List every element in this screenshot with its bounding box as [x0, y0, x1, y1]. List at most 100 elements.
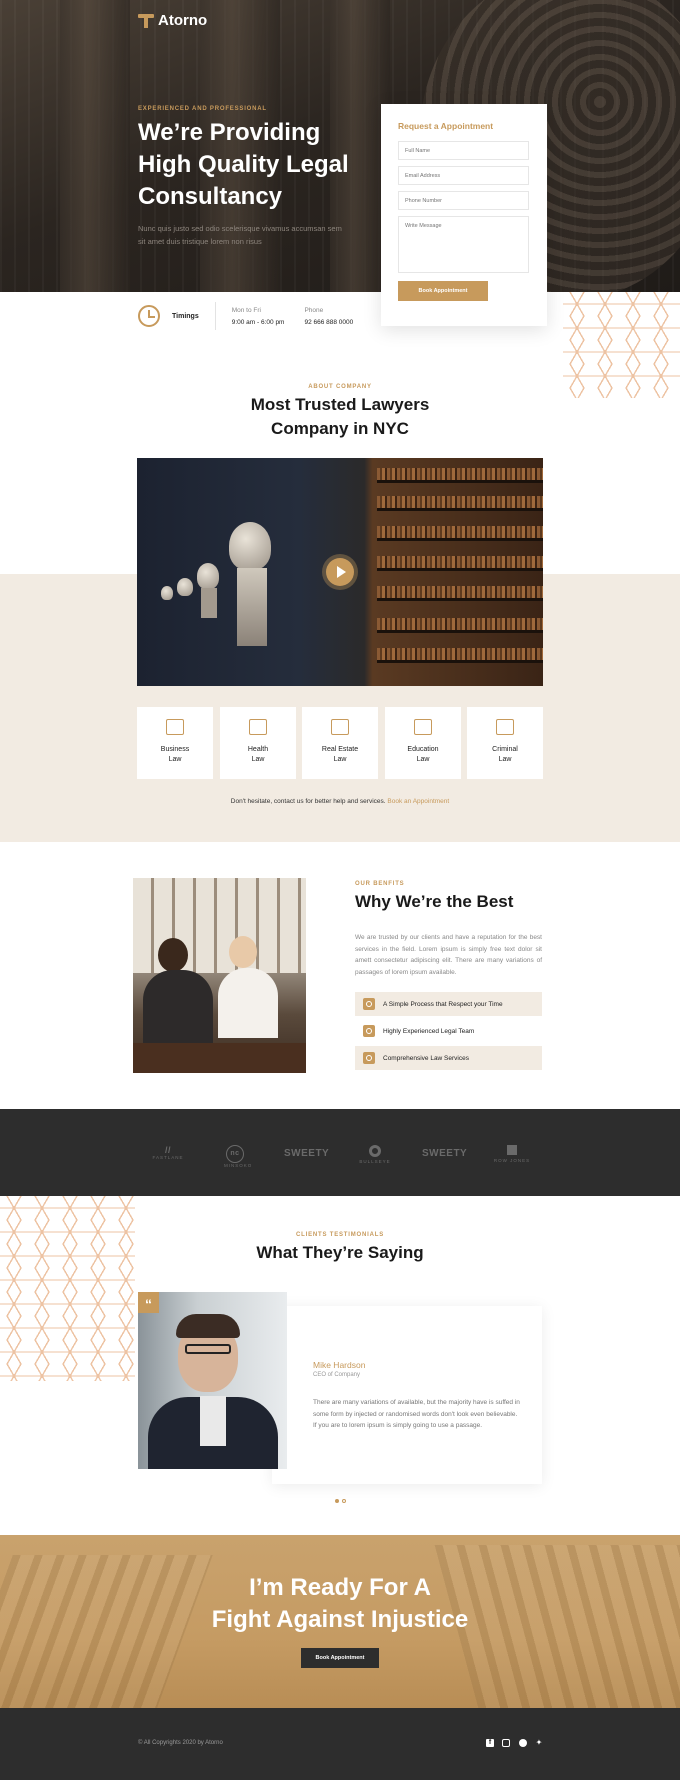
days-label: Mon to Fri — [231, 306, 261, 314]
full-name-input[interactable] — [398, 141, 529, 160]
testimonials-eyebrow: CLIENTS TESTIMONIALS — [296, 1232, 384, 1238]
check-icon — [363, 1025, 375, 1037]
phone-label: Phone — [304, 306, 324, 314]
banner-title-line1: I’m Ready For A — [249, 1574, 431, 1601]
brand-name: Atorno — [158, 12, 208, 29]
benefits-eyebrow: OUR BENFITS — [355, 881, 405, 887]
benefit-item: Comprehensive Law Services — [355, 1046, 542, 1070]
phone-input[interactable] — [398, 191, 529, 210]
brand-logo-fastlane: //FASTLANE — [146, 1145, 190, 1160]
hex-pattern-decoration — [563, 292, 680, 398]
service-suffix: Law — [251, 756, 265, 763]
phone-value[interactable]: 92 666 888 0000 — [304, 319, 353, 326]
hero-eyebrow: EXPERIENCED AND PROFESSIONAL — [138, 106, 267, 112]
quote-icon: “ — [138, 1292, 159, 1313]
testimonial-text: There are many variations of available, … — [313, 1399, 520, 1429]
instagram-icon[interactable] — [502, 1739, 510, 1747]
hours-value: 9:00 am - 6:00 pm — [231, 318, 285, 326]
service-name: Criminal — [492, 746, 518, 753]
team-photo — [133, 878, 306, 1073]
cta-text: Don't hesitate, contact us for better he… — [230, 798, 386, 805]
benefit-text: Comprehensive Law Services — [383, 1054, 469, 1062]
about-title-line1: Most Trusted Lawyers — [250, 395, 430, 414]
service-name: Business — [160, 746, 190, 753]
twitter-icon[interactable]: ✦ — [535, 1739, 543, 1747]
service-name: Health — [247, 746, 269, 753]
brand-name: nc — [226, 1145, 244, 1163]
service-suffix: Law — [498, 756, 512, 763]
banner-book-appointment-button[interactable]: Book Appointment — [301, 1648, 379, 1668]
benefit-text: A Simple Process that Respect your Time — [383, 1000, 503, 1008]
hero-title: We’re Providing High Quality Legal Consu… — [138, 119, 349, 210]
timings-label: Timings — [172, 312, 199, 320]
brand-logo-sweety: SWEETY — [284, 1148, 330, 1159]
check-icon — [363, 998, 375, 1010]
banner-title-line2: Fight Against Injustice — [211, 1606, 469, 1633]
alarm-clock-icon — [138, 305, 160, 327]
service-name: Education — [407, 746, 439, 753]
service-card-business[interactable]: Business Law — [137, 707, 213, 779]
client-role: CEO of Company — [313, 1372, 361, 1378]
hex-pattern-decoration — [0, 1196, 135, 1381]
banner-title: I’m Ready For A Fight Against Injustice — [0, 1572, 680, 1636]
square-logo-icon — [507, 1145, 517, 1155]
copyright-text: © All Copyrights 2020 by Atorno — [138, 1740, 223, 1746]
brand-name: SWEETY — [422, 1148, 468, 1159]
appointment-title: Request a Appointment — [398, 121, 494, 131]
site-logo[interactable]: Atorno — [138, 12, 207, 29]
service-suffix: Law — [168, 756, 182, 763]
hours-block: Mon to Fri 9:00 am - 6:00 pm — [232, 307, 285, 326]
brand-sub: BULLSEYE — [359, 1159, 391, 1164]
client-name: Mike Hardson — [313, 1360, 366, 1370]
divider — [214, 302, 216, 330]
service-card-health[interactable]: Health Law — [220, 707, 296, 779]
brand-name: SWEETY — [284, 1148, 330, 1159]
brand-logo-row-jones: ROW JONES — [492, 1145, 532, 1163]
brand-logo-sweety-2: SWEETY — [422, 1148, 468, 1159]
pinterest-icon[interactable] — [519, 1739, 527, 1747]
timings-bar: Timings Mon to Fri 9:00 am - 6:00 pm Pho… — [138, 302, 373, 330]
service-suffix: Law — [416, 756, 430, 763]
service-card-education[interactable]: Education Law — [385, 707, 461, 779]
brand-logo-minsoko: nc MINSOKO — [224, 1145, 253, 1168]
brands-strip — [0, 1109, 680, 1196]
target-icon — [369, 1145, 381, 1157]
play-button[interactable] — [326, 558, 354, 586]
hero-subtitle: Nunc quis justo sed odio scelerisque viv… — [138, 224, 342, 246]
benefits-body: We are trusted by our clients and have a… — [355, 934, 542, 976]
email-input[interactable] — [398, 166, 529, 185]
brand-name: FASTLANE — [152, 1155, 184, 1160]
medical-kit-icon — [249, 719, 267, 735]
carousel-dot-active[interactable] — [335, 1499, 339, 1503]
appointment-form: Request a Appointment Book Appointment — [381, 104, 547, 326]
book-icon — [414, 719, 432, 735]
brand-mark-icon: // — [164, 1145, 171, 1155]
phone-block: Phone 92 666 888 0000 — [304, 307, 353, 326]
check-icon — [363, 1052, 375, 1064]
message-input[interactable] — [398, 216, 529, 273]
benefit-item: Highly Experienced Legal Team — [355, 1019, 542, 1043]
brand-logo-bullseye: BULLSEYE — [355, 1145, 395, 1164]
benefits-title: Why We’re the Best — [355, 892, 514, 911]
benefit-text: Highly Experienced Legal Team — [383, 1027, 475, 1035]
brand-sub: ROW JONES — [493, 1158, 531, 1163]
service-suffix: Law — [333, 756, 347, 763]
testimonial-card — [272, 1306, 542, 1484]
book-appointment-button[interactable]: Book Appointment — [398, 281, 488, 301]
benefit-item: A Simple Process that Respect your Time — [355, 992, 542, 1016]
briefcase-icon — [166, 719, 184, 735]
about-eyebrow: ABOUT COMPANY — [308, 384, 372, 390]
footer — [0, 1708, 680, 1780]
book-appointment-link[interactable]: Book an Appointment — [387, 798, 449, 805]
pillar-icon — [138, 13, 154, 28]
contact-cta: Don't hesitate, contact us for better he… — [0, 798, 680, 805]
service-name: Real Estate — [321, 746, 359, 753]
carousel-dot[interactable] — [342, 1499, 346, 1503]
client-photo — [138, 1292, 287, 1469]
service-card-criminal[interactable]: Criminal Law — [467, 707, 543, 779]
about-title-line2: Company in NYC — [271, 419, 409, 438]
service-card-real-estate[interactable]: Real Estate Law — [302, 707, 378, 779]
brand-sub: MINSOKO — [224, 1163, 253, 1168]
facebook-icon[interactable]: f — [486, 1739, 494, 1747]
house-icon — [331, 719, 349, 735]
